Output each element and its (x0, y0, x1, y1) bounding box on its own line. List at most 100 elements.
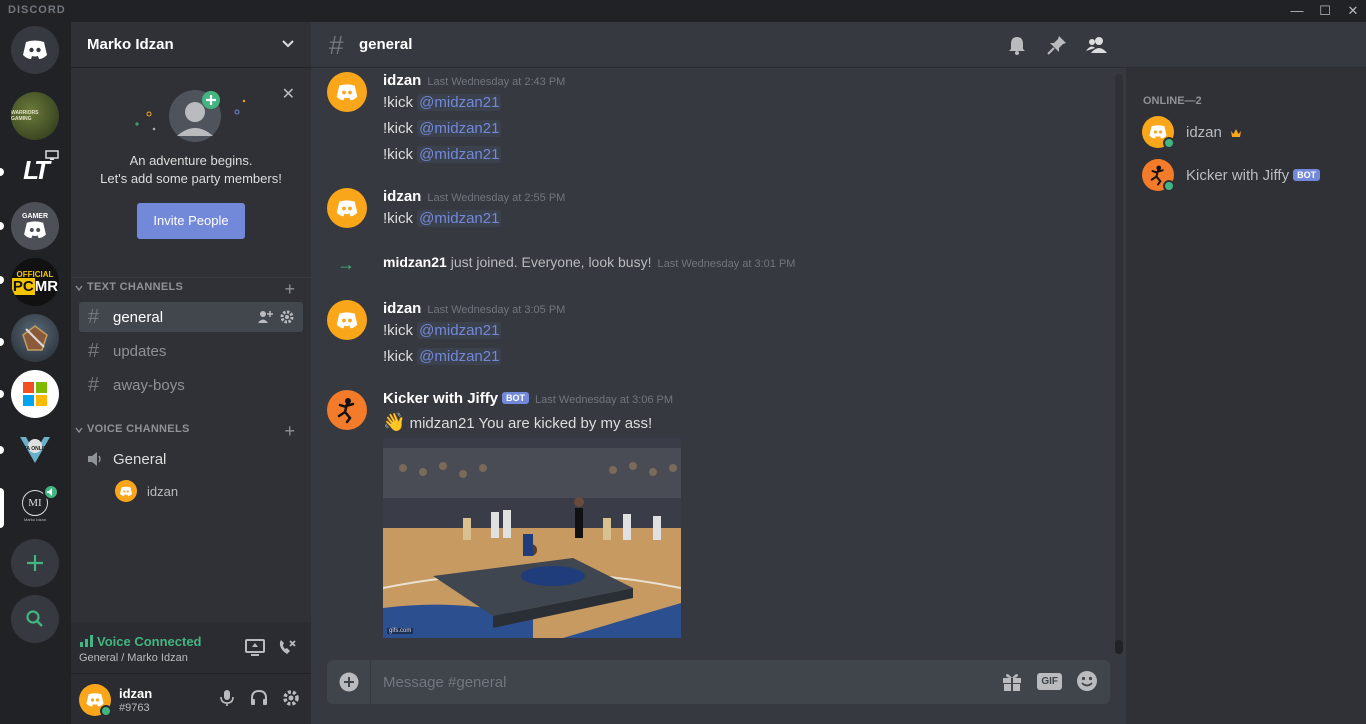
member-kicker-with-jiffy[interactable]: Kicker with Jiffy BOT (1142, 159, 1352, 195)
gif-embed[interactable]: gifs.com (383, 438, 681, 638)
message-timestamp: Last Wednesday at 3:01 PM (657, 258, 796, 270)
add-text-channel-icon[interactable]: + (284, 280, 295, 298)
channel-general[interactable]: # general (79, 302, 303, 332)
gift-icon[interactable] (1001, 670, 1023, 692)
unread-indicator (0, 222, 4, 230)
message-author[interactable]: Kicker with Jiffy BOT Last Wednesday at 3:… (383, 390, 673, 407)
message-author[interactable]: idzan Last Wednesday at 3:05 PM (383, 300, 565, 317)
disconnect-icon[interactable] (277, 639, 297, 657)
create-invite-icon[interactable] (257, 309, 273, 325)
add-voice-channel-icon[interactable]: + (284, 422, 295, 440)
voice-status-subtitle[interactable]: General / Marko Idzan (79, 652, 188, 664)
server-pcmr[interactable]: OFFICIAL PCMR (11, 258, 59, 306)
online-status-dot (100, 705, 112, 717)
command-text: !kick (383, 120, 413, 137)
member-name: Kicker with Jiffy BOT (1186, 167, 1321, 184)
user-mention[interactable]: @midzan21 (417, 210, 502, 227)
home-button[interactable] (11, 26, 59, 74)
welcome-card: ✕ An adventure begins. Let's add some pa… (71, 78, 311, 278)
pin-icon[interactable] (1046, 34, 1068, 56)
invite-people-button[interactable]: Invite People (137, 203, 245, 239)
voice-active-badge (43, 484, 59, 500)
user-mention[interactable]: @midzan21 (417, 146, 502, 163)
microphone-icon[interactable] (217, 688, 237, 708)
unread-indicator (0, 338, 4, 346)
category-voice-channels[interactable]: VOICE CHANNELS (87, 423, 190, 435)
member-name-text: idzan (1186, 124, 1222, 141)
voice-user-name: idzan (147, 484, 179, 499)
message-content: !kick @midzan21 (383, 348, 502, 365)
chevron-down-icon[interactable] (75, 426, 83, 434)
gif-button[interactable]: GIF (1037, 672, 1062, 690)
maximize-button[interactable]: ☐ (1314, 2, 1336, 20)
search-icon (26, 610, 43, 627)
server-pcmr-mr: MR (34, 277, 59, 295)
hash-icon: # (88, 340, 100, 362)
message-list: idzan Last Wednesday at 2:43 PM !kick @mi… (311, 68, 1126, 656)
plus-circle-icon (339, 672, 359, 692)
screen-share-icon[interactable] (245, 639, 265, 657)
command-text: !kick (383, 210, 413, 227)
message-content: !kick @midzan21 (383, 210, 502, 227)
message-author[interactable]: idzan Last Wednesday at 2:55 PM (383, 188, 565, 205)
server-mi-sub: Marko Idzan (23, 517, 46, 522)
server-warriors-gaming[interactable]: WARRIORS GAMING (11, 92, 59, 140)
scrollbar-thumb[interactable] (1115, 640, 1123, 654)
message-author[interactable]: idzan Last Wednesday at 2:43 PM (383, 72, 565, 89)
channel-updates[interactable]: # updates (79, 336, 303, 366)
server-gta-online[interactable]: GTA ONLINE (11, 426, 59, 474)
member-name-text: Kicker with Jiffy (1186, 167, 1290, 184)
server-list: WARRIORS GAMING LT GAMER OFFICIAL PCMR G… (0, 22, 71, 724)
speaker-icon (88, 452, 101, 466)
hash-icon: # (88, 374, 100, 396)
upload-button[interactable] (327, 660, 371, 704)
channel-name: updates (113, 343, 167, 360)
user-mention[interactable]: @midzan21 (417, 348, 502, 365)
message-timestamp: Last Wednesday at 2:43 PM (427, 76, 566, 88)
guild-header[interactable]: Marko Idzan (71, 22, 311, 68)
message-input[interactable] (383, 672, 963, 692)
user-mention[interactable]: @midzan21 (417, 322, 502, 339)
voice-user-idzan[interactable]: idzan (115, 480, 295, 504)
minimize-button[interactable]: — (1286, 2, 1308, 20)
explore-servers-button[interactable] (11, 595, 59, 643)
server-gamer[interactable]: GAMER (11, 202, 59, 250)
close-icon[interactable]: ✕ (282, 84, 295, 104)
chevron-down-icon[interactable] (75, 284, 83, 292)
bell-icon[interactable] (1006, 34, 1028, 56)
voice-channel-general[interactable]: General (79, 444, 303, 474)
chat-scrollbar[interactable] (1115, 74, 1123, 654)
message-content: !kick @midzan21 (383, 146, 502, 163)
user-panel: idzan #9763 (71, 674, 311, 724)
add-server-button[interactable] (11, 539, 59, 587)
member-list-icon[interactable] (1086, 34, 1108, 56)
user-mention[interactable]: @midzan21 (417, 94, 502, 111)
unread-indicator (0, 446, 4, 454)
bot-avatar[interactable] (327, 390, 367, 430)
app-brand: DISCORD (8, 4, 66, 16)
avatar[interactable] (327, 188, 367, 228)
joined-user[interactable]: midzan21 (383, 254, 447, 270)
server-microsoft[interactable] (11, 370, 59, 418)
online-status-dot (1163, 180, 1175, 192)
close-window-button[interactable]: ✕ (1342, 2, 1364, 20)
headphones-icon[interactable] (249, 688, 269, 708)
channel-away-boys[interactable]: # away-boys (79, 370, 303, 400)
streaming-badge (44, 148, 60, 160)
channel-sidebar: Marko Idzan ✕ An adventure begins. Let's… (71, 22, 311, 724)
chevron-down-icon (282, 40, 294, 48)
message-group: idzan Last Wednesday at 2:43 PM !kick @mi… (327, 72, 1107, 168)
user-mention[interactable]: @midzan21 (417, 120, 502, 137)
user-settings-icon[interactable] (281, 688, 301, 708)
avatar[interactable] (327, 300, 367, 340)
gear-icon[interactable] (279, 309, 295, 325)
guild-name: Marko Idzan (87, 36, 174, 53)
category-text-channels[interactable]: TEXT CHANNELS (87, 281, 183, 293)
avatar[interactable] (327, 72, 367, 112)
server-clan[interactable] (11, 314, 59, 362)
title-bar: DISCORD — ☐ ✕ (0, 0, 1366, 22)
message-content: !kick @midzan21 (383, 120, 502, 137)
emoji-icon[interactable] (1076, 670, 1098, 692)
member-idzan[interactable]: idzan (1142, 116, 1352, 152)
hash-icon: # (329, 30, 344, 60)
